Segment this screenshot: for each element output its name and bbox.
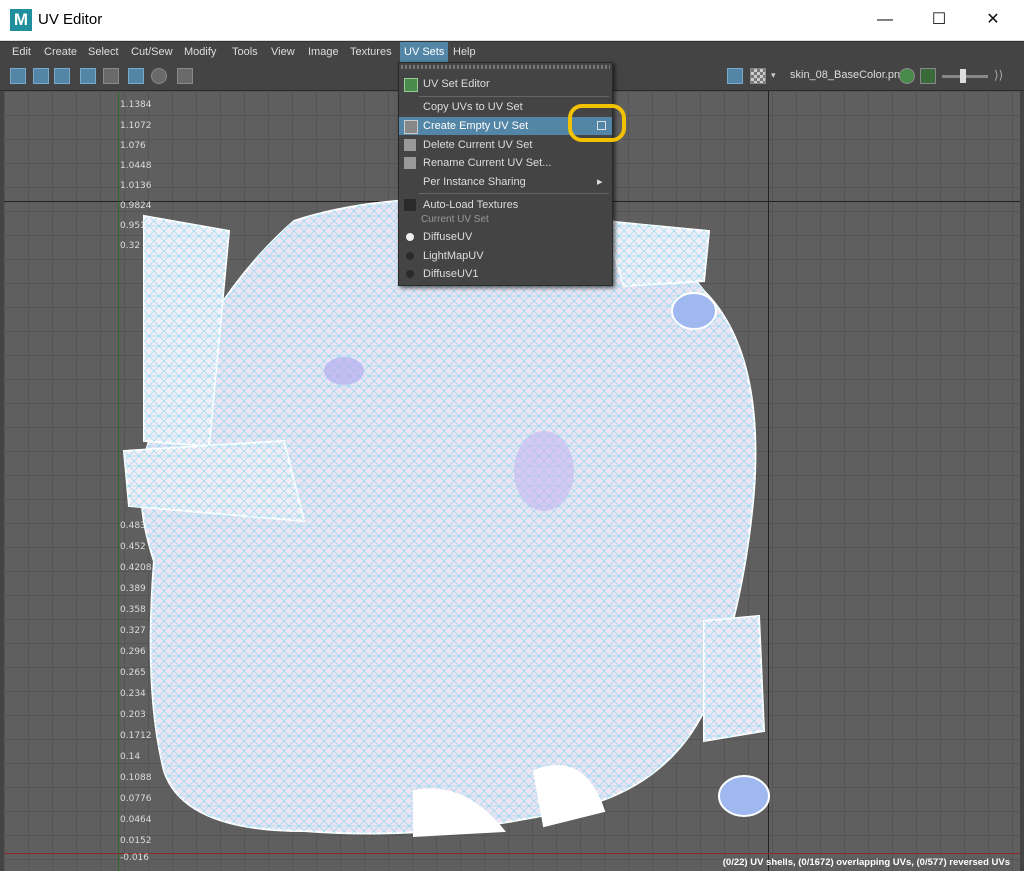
radio-selected-icon (406, 233, 414, 241)
texture-refresh-icon[interactable] (899, 68, 915, 84)
menu-bar: Edit Create Select Cut/Sew Modify Tools … (0, 41, 1024, 62)
menu-item-uv-set-editor[interactable]: UV Set Editor (399, 75, 612, 93)
menu-view[interactable]: View (267, 42, 299, 62)
maximize-button[interactable]: ☐ (916, 0, 962, 40)
menu-item-label: Auto-Load Textures (423, 199, 519, 211)
uv-set-option-diffuseuv1[interactable]: DiffuseUV1 (399, 265, 612, 283)
menu-item-label: Rename Current UV Set... (423, 157, 552, 169)
dropdown-arrow-icon[interactable]: ▾ (771, 70, 787, 86)
uv-set-editor-icon (404, 78, 418, 92)
annotation-highlight-circle (568, 104, 626, 142)
grid-icon[interactable] (128, 68, 144, 84)
menu-tools[interactable]: Tools (228, 42, 262, 62)
menu-uv-sets[interactable]: UV Sets (400, 42, 449, 62)
title-bar: M UV Editor — ☐ ✕ (0, 0, 1024, 41)
checker-icon[interactable] (750, 68, 766, 84)
uv-component-icon[interactable] (33, 68, 49, 84)
radio-icon (406, 270, 414, 278)
current-uv-set-heading: Current UV Set (421, 214, 489, 225)
uv-set-option-lightmapuv[interactable]: LightMapUV (399, 247, 612, 265)
menu-item-per-instance-sharing[interactable]: Per Instance Sharing ▸ (399, 173, 612, 191)
texture-settings-icon[interactable] (920, 68, 936, 84)
menu-help[interactable]: Help (449, 42, 480, 62)
texture-name[interactable]: skin_08_BaseColor.pn (790, 69, 900, 81)
uv-shell-icon[interactable] (10, 68, 26, 84)
submenu-arrow-icon: ▸ (597, 176, 603, 188)
menu-item-label: Create Empty UV Set (423, 120, 529, 132)
menu-item-label: Per Instance Sharing (423, 176, 526, 188)
radio-icon (406, 252, 414, 260)
tear-off-handle[interactable] (401, 65, 610, 69)
menu-item-auto-load-textures[interactable]: Auto-Load Textures (399, 196, 612, 214)
frame-icon[interactable] (103, 68, 119, 84)
menu-item-rename-uv-set[interactable]: Rename Current UV Set... (399, 154, 612, 172)
uv-set-label: DiffuseUV (423, 231, 473, 243)
status-text: (0/22) UV shells, (0/1672) overlapping U… (722, 857, 1010, 868)
uv-set-option-diffuseuv[interactable]: DiffuseUV (399, 228, 612, 246)
display-image-icon[interactable] (727, 68, 743, 84)
menu-separator (419, 96, 609, 97)
delete-uv-set-icon (404, 139, 416, 151)
menu-image[interactable]: Image (304, 42, 343, 62)
menu-item-label: Copy UVs to UV Set (423, 101, 523, 113)
minimize-button[interactable]: — (862, 0, 908, 40)
create-uv-set-icon (404, 120, 418, 134)
uv-set-label: DiffuseUV1 (423, 268, 479, 280)
uv-sets-menu: UV Set Editor Copy UVs to UV Set Create … (398, 62, 613, 286)
shading-icon[interactable] (151, 68, 167, 84)
menu-item-label: UV Set Editor (423, 78, 490, 90)
menu-textures[interactable]: Textures (346, 42, 396, 62)
menu-item-label: Delete Current UV Set (423, 139, 533, 151)
menu-separator (419, 193, 609, 194)
menu-edit[interactable]: Edit (8, 42, 35, 62)
menu-create[interactable]: Create (40, 42, 81, 62)
more-options-icon[interactable]: ⟩⟩ (994, 68, 1003, 82)
menu-modify[interactable]: Modify (180, 42, 220, 62)
uv-set-label: LightMapUV (423, 250, 484, 262)
grid-snap-icon[interactable] (80, 68, 96, 84)
close-button[interactable]: ✕ (970, 0, 1016, 40)
maya-app-icon: M (10, 9, 32, 31)
window-title: UV Editor (38, 11, 103, 28)
menu-cut-sew[interactable]: Cut/Sew (127, 42, 177, 62)
checkbox-icon[interactable] (404, 199, 416, 211)
exposure-slider-handle[interactable] (960, 69, 966, 83)
menu-select[interactable]: Select (84, 42, 123, 62)
snapshot-icon[interactable] (177, 68, 193, 84)
rename-uv-set-icon (404, 157, 416, 169)
uv-face-icon[interactable] (54, 68, 70, 84)
